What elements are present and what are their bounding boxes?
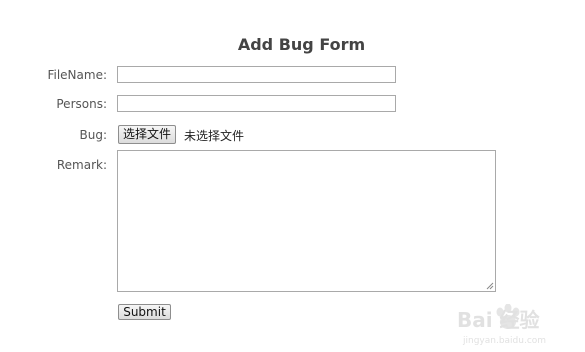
submit-button[interactable]: Submit — [118, 304, 171, 320]
watermark-url: jingyan.baidu.com — [463, 336, 547, 346]
form-title: Add Bug Form — [237, 35, 366, 54]
file-status-text: 未选择文件 — [184, 129, 245, 143]
resize-grip-icon[interactable] — [486, 282, 494, 290]
persons-input[interactable] — [117, 95, 396, 112]
watermark-text: Bai 经验 — [457, 308, 540, 332]
filename-input[interactable] — [117, 66, 396, 83]
add-bug-form-page: Add Bug Form FileName: Persons: Bug: 选择文… — [0, 0, 585, 352]
persons-label: Persons: — [56, 97, 107, 111]
choose-file-button[interactable]: 选择文件 — [118, 125, 177, 144]
bug-label: Bug: — [79, 128, 108, 142]
remark-label: Remark: — [56, 158, 107, 172]
remark-textarea[interactable] — [117, 150, 496, 292]
baidu-watermark: Bai 经验 jingyan.baidu.com — [457, 304, 577, 346]
filename-label: FileName: — [47, 68, 107, 82]
